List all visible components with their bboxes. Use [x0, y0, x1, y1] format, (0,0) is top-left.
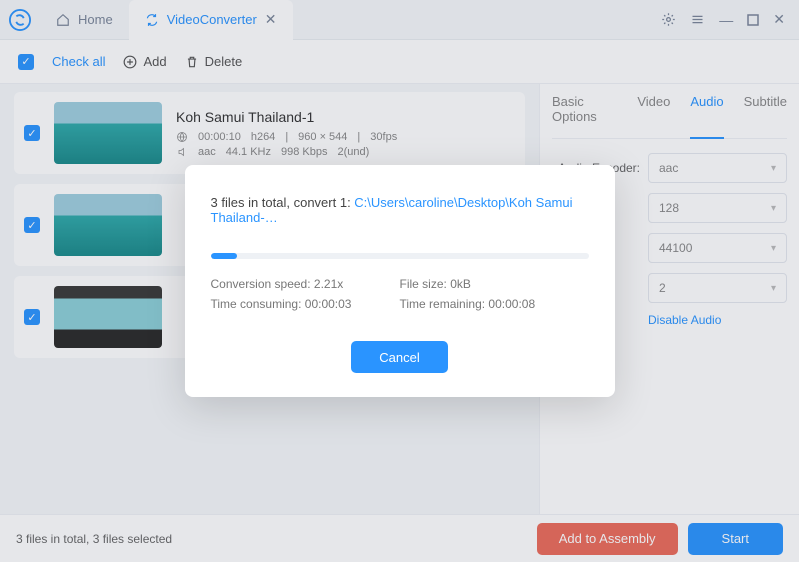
file-size: 0kB [450, 277, 471, 291]
progress-bar [211, 253, 589, 259]
modal-message: 3 files in total, convert 1: C:\Users\ca… [211, 195, 589, 225]
progress-fill [211, 253, 237, 259]
cancel-button[interactable]: Cancel [351, 341, 447, 373]
conversion-modal: 3 files in total, convert 1: C:\Users\ca… [185, 165, 615, 397]
modal-overlay: 3 files in total, convert 1: C:\Users\ca… [0, 0, 799, 562]
modal-stats: Conversion speed: 2.21x Time consuming: … [211, 277, 589, 317]
time-consumed: 00:00:03 [305, 297, 352, 311]
conversion-speed: 2.21x [314, 277, 343, 291]
time-remaining: 00:00:08 [488, 297, 535, 311]
